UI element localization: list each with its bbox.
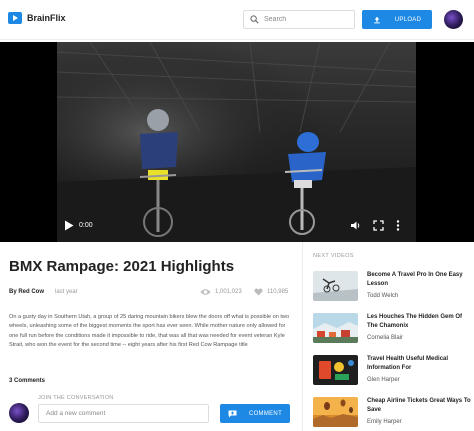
next-video-author: Emily Harper xyxy=(367,419,402,425)
video-thumbnail xyxy=(313,271,358,301)
comment-input[interactable] xyxy=(38,404,209,423)
upload-icon xyxy=(373,16,380,23)
play-logo-icon xyxy=(8,12,22,24)
comment-button-label: COMMENT xyxy=(248,410,283,417)
top-navigation: BrainFlix UPLOAD xyxy=(0,0,474,40)
letterbox-left xyxy=(0,42,57,242)
video-thumbnail xyxy=(313,313,358,343)
next-video-title[interactable]: Cheap Airline Tickets Great Ways To Save xyxy=(367,397,471,414)
fullscreen-icon[interactable] xyxy=(373,220,384,231)
upload-button[interactable]: UPLOAD xyxy=(362,10,432,29)
eye-icon xyxy=(200,289,211,295)
app-name: BrainFlix xyxy=(27,13,66,23)
channel-name[interactable]: By Red Cow xyxy=(9,289,44,295)
join-conversation-label: JOIN THE CONVERSATION xyxy=(38,395,114,401)
video-controls: 0:00 xyxy=(57,210,416,242)
likes-value: 110,985 xyxy=(267,289,289,295)
comment-button[interactable]: COMMENT xyxy=(220,404,290,423)
next-video-author: Cornelia Blair xyxy=(367,335,404,341)
video-description: On a gusty day in Southern Utah, a group… xyxy=(9,314,290,349)
views-value: 1,001,023 xyxy=(215,289,242,295)
next-video-item[interactable]: Travel Health Useful Medical Information… xyxy=(313,355,473,397)
next-video-title[interactable]: Les Houches The Hidden Gem Of The Chamon… xyxy=(367,313,471,330)
current-time: 0:00 xyxy=(79,222,93,229)
more-options-icon[interactable] xyxy=(396,220,400,231)
posted-date: last year xyxy=(55,289,78,295)
video-player[interactable]: 0:00 xyxy=(0,42,474,242)
next-video-author: Todd Welch xyxy=(367,293,399,299)
next-video-item[interactable]: Cheap Airline Tickets Great Ways To Save… xyxy=(313,397,473,431)
like-count[interactable]: 110,985 xyxy=(254,288,288,296)
video-title: BMX Rampage: 2021 Highlights xyxy=(9,258,235,275)
volume-icon[interactable] xyxy=(350,220,361,231)
content-divider xyxy=(302,242,303,431)
upload-label: UPLOAD xyxy=(394,16,422,23)
user-avatar[interactable] xyxy=(444,10,463,29)
search-icon xyxy=(250,15,259,24)
next-video-author: Glen Harper xyxy=(367,377,400,383)
next-video-title[interactable]: Become A Travel Pro In One Easy Lesson xyxy=(367,271,471,288)
view-count: 1,001,023 xyxy=(200,288,242,296)
commenter-avatar xyxy=(9,403,29,423)
add-comment-icon xyxy=(228,410,237,417)
next-video-title[interactable]: Travel Health Useful Medical Information… xyxy=(367,355,471,372)
next-video-item[interactable]: Become A Travel Pro In One Easy Lesson T… xyxy=(313,271,473,313)
video-thumbnail xyxy=(313,355,358,385)
next-videos-heading: NEXT VIDEOS xyxy=(313,253,354,259)
brainflix-logo[interactable]: BrainFlix xyxy=(8,12,66,24)
comments-count: 3 Comments xyxy=(9,378,46,384)
play-icon[interactable] xyxy=(64,220,74,231)
video-thumbnail xyxy=(313,397,358,427)
search-box[interactable] xyxy=(243,10,355,29)
letterbox-right xyxy=(416,42,474,242)
next-video-item[interactable]: Les Houches The Hidden Gem Of The Chamon… xyxy=(313,313,473,355)
search-input[interactable] xyxy=(264,16,354,23)
heart-icon xyxy=(254,288,263,296)
